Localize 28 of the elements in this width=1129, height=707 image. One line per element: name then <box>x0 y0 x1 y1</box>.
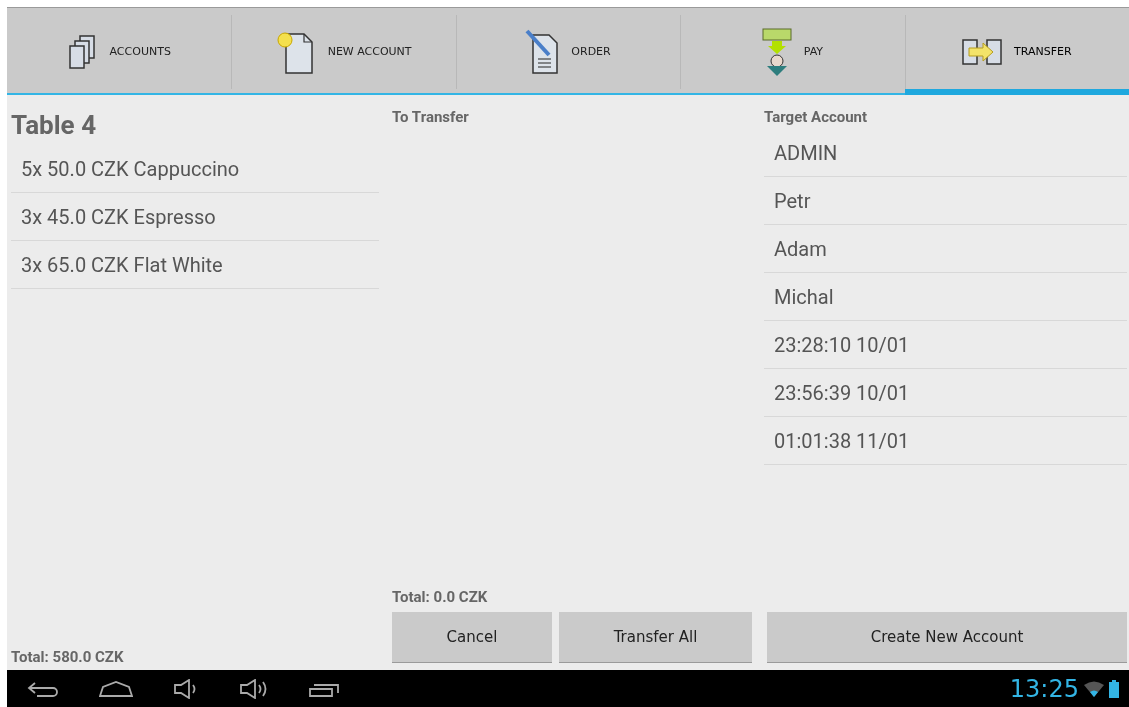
clock: 13:25 <box>1009 674 1079 703</box>
cancel-button[interactable]: Cancel <box>392 612 552 662</box>
column-heading: Target Account <box>764 107 869 127</box>
table-title: Table 4 <box>11 109 98 142</box>
account-item[interactable]: ADMIN <box>764 129 1127 177</box>
order-item[interactable]: 3x 65.0 CZK Flat White <box>11 241 379 289</box>
account-item[interactable]: Michal <box>764 273 1127 321</box>
money-person-icon <box>761 27 792 76</box>
total-label: Total: 0.0 CZK <box>392 588 489 606</box>
account-item[interactable]: Adam <box>764 225 1127 273</box>
wifi-icon <box>1083 680 1105 697</box>
account-item[interactable]: Petr <box>764 177 1127 225</box>
column-heading: To Transfer <box>392 107 470 127</box>
transfer-icon <box>962 38 1003 65</box>
create-account-button[interactable]: Create New Account <box>767 612 1127 662</box>
home-icon[interactable] <box>99 680 133 697</box>
transfer-all-button[interactable]: Transfer All <box>559 612 752 662</box>
account-item[interactable]: 23:28:10 10/01 <box>764 321 1127 369</box>
account-item[interactable]: 23:56:39 10/01 <box>764 369 1127 417</box>
battery-icon <box>1109 679 1119 698</box>
back-icon[interactable] <box>27 680 59 697</box>
documents-icon <box>67 33 98 70</box>
order-item[interactable]: 3x 45.0 CZK Espresso <box>11 193 379 241</box>
order-item[interactable]: 5x 50.0 CZK Cappuccino <box>11 145 379 193</box>
document-pencil-icon <box>525 28 560 75</box>
total-label: Total: 580.0 CZK <box>11 648 125 666</box>
volume-up-icon[interactable] <box>239 678 269 699</box>
account-item[interactable]: 01:01:38 11/01 <box>764 417 1127 465</box>
